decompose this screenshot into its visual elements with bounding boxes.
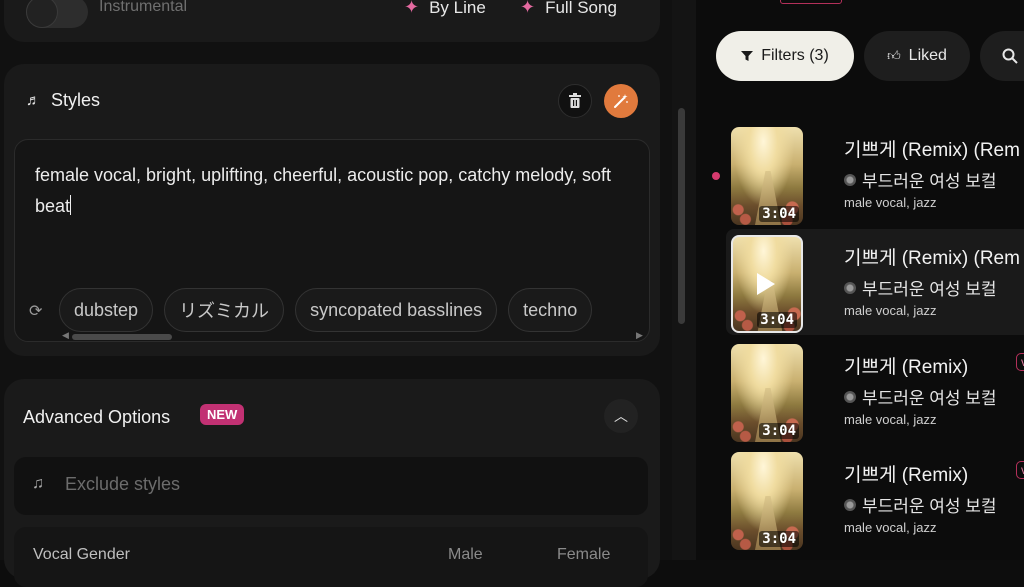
song-tags: male vocal, jazz [844,520,937,535]
song-subtitle: 부드러운 여성 보컬 [862,389,997,408]
styles-text: female vocal, bright, uplifting, cheerfu… [35,165,611,216]
pink-indicator [780,0,842,4]
disc-icon [844,390,856,403]
exclude-styles-placeholder: Exclude styles [65,474,181,494]
song-cover[interactable]: 3:04 [731,127,803,225]
vocal-gender-label: Vocal Gender [33,546,130,563]
playing-indicator-dot [712,172,720,180]
magic-wand-button[interactable] [604,84,638,118]
styles-header: ♬ Styles [26,90,100,111]
collapse-button[interactable]: ︿ [604,399,638,433]
style-chip[interactable]: syncopated basslines [295,288,498,332]
style-chip[interactable]: techno [508,288,593,332]
song-tags: male vocal, jazz [844,195,937,210]
left-panel-scrollbar[interactable] [678,108,685,324]
trash-icon [569,93,581,108]
exclude-music-icon: ♫ [32,475,44,492]
scroll-right-icon[interactable]: ▶ [636,330,643,341]
song-library-panel: Filters (3) 👍︎ Liked 3:04 기쁘게 (Remix) (R… [696,0,1024,560]
song-item[interactable]: 3:04 기쁘게 (Remix) (Rem 부드러운 여성 보컬 male vo… [726,121,1024,227]
sparkle-icon: ✦ [404,0,420,17]
song-title[interactable]: 기쁘게 (Remix) (Rem [844,243,1020,270]
vocal-gender-row: Vocal Gender Male Female [14,527,648,587]
liked-button[interactable]: 👍︎ Liked [864,31,970,81]
search-icon [1002,48,1018,64]
toggle-knob [26,0,58,28]
full-song-label: Full Song [545,0,617,17]
play-icon[interactable] [757,273,775,295]
music-note-icon: ♬ [26,92,41,109]
song-title[interactable]: 기쁘게 (Remix) [844,352,968,379]
song-item-selected[interactable]: 3:04 기쁘게 (Remix) (Rem 부드러운 여성 보컬 male vo… [726,229,1024,335]
disc-icon [844,281,856,294]
styles-title: Styles [51,90,101,110]
version-badge: v4.5+ [1016,353,1024,371]
styles-text-container: female vocal, bright, uplifting, cheerfu… [35,160,635,222]
instrumental-toggle[interactable] [26,0,88,28]
full-song-option[interactable]: ✦ Full Song [520,0,617,18]
filters-button[interactable]: Filters (3) [716,31,854,81]
filters-label: Filters (3) [761,47,829,64]
by-line-option[interactable]: ✦ By Line [404,0,486,18]
song-title[interactable]: 기쁘게 (Remix) [844,460,968,487]
liked-label: Liked [908,47,947,64]
advanced-options-title[interactable]: Advanced Options [23,407,170,428]
song-item[interactable]: 3:04 기쁘게 (Remix) v4.5+ 부드러운 여성 보컬 male v… [726,446,1024,552]
song-duration: 3:04 [759,531,799,547]
song-duration: 3:04 [759,423,799,439]
style-suggestions: dubstep リズミカル syncopated basslines techn… [59,288,593,332]
female-option[interactable]: Female [557,546,610,564]
new-badge: NEW [200,404,245,425]
advanced-options-card: Advanced Options NEW ︿ ♫ Exclude styles … [4,379,660,587]
version-badge: v4.5+ [1016,461,1024,479]
chips-scrollbar[interactable] [72,334,172,340]
exclude-styles-field[interactable]: ♫ Exclude styles [14,457,648,515]
style-chip[interactable]: dubstep [59,288,154,332]
instrumental-label: Instrumental [99,0,188,15]
style-chip[interactable]: リズミカル [164,288,285,332]
search-button[interactable] [980,31,1024,81]
vocal-mode-card: Instrumental ✦ By Line ✦ Full Song [4,0,660,42]
sparkle-icon: ✦ [520,0,536,17]
styles-card: ♬ Styles female vocal, bright, uplifting… [4,64,660,356]
song-tags: male vocal, jazz [844,303,937,318]
by-line-label: By Line [429,0,486,17]
refresh-suggestions-icon[interactable]: ⟳ [29,301,42,321]
filter-icon [741,51,754,61]
left-panel: Instrumental ✦ By Line ✦ Full Song ♬ Sty… [0,0,672,587]
song-duration: 3:04 [757,312,797,328]
song-subtitle: 부드러운 여성 보컬 [862,280,997,299]
thumbs-up-icon: 👍︎ [887,48,901,63]
song-item[interactable]: 3:04 기쁘게 (Remix) v4.5+ 부드러운 여성 보컬 male v… [726,338,1024,444]
song-subtitle-row: 부드러운 여성 보컬 [844,384,997,409]
male-option[interactable]: Male [448,546,483,564]
styles-textarea[interactable]: female vocal, bright, uplifting, cheerfu… [14,139,650,342]
song-duration: 3:04 [759,206,799,222]
song-subtitle-row: 부드러운 여성 보컬 [844,492,997,517]
song-title[interactable]: 기쁘게 (Remix) (Rem [844,135,1020,162]
disc-icon [844,498,856,511]
song-cover[interactable]: 3:04 [731,452,803,550]
song-cover[interactable]: 3:04 [731,235,803,333]
clear-styles-button[interactable] [558,84,592,118]
song-subtitle: 부드러운 여성 보컬 [862,172,997,191]
song-subtitle-row: 부드러운 여성 보컬 [844,275,997,300]
song-subtitle-row: 부드러운 여성 보컬 [844,167,997,192]
text-caret [70,195,72,215]
chevron-up-icon: ︿ [614,408,628,424]
magic-wand-icon [614,94,628,108]
song-tags: male vocal, jazz [844,412,937,427]
disc-icon [844,173,856,186]
song-subtitle: 부드러운 여성 보컬 [862,497,997,516]
scroll-left-icon[interactable]: ◀ [62,330,69,341]
song-cover[interactable]: 3:04 [731,344,803,442]
